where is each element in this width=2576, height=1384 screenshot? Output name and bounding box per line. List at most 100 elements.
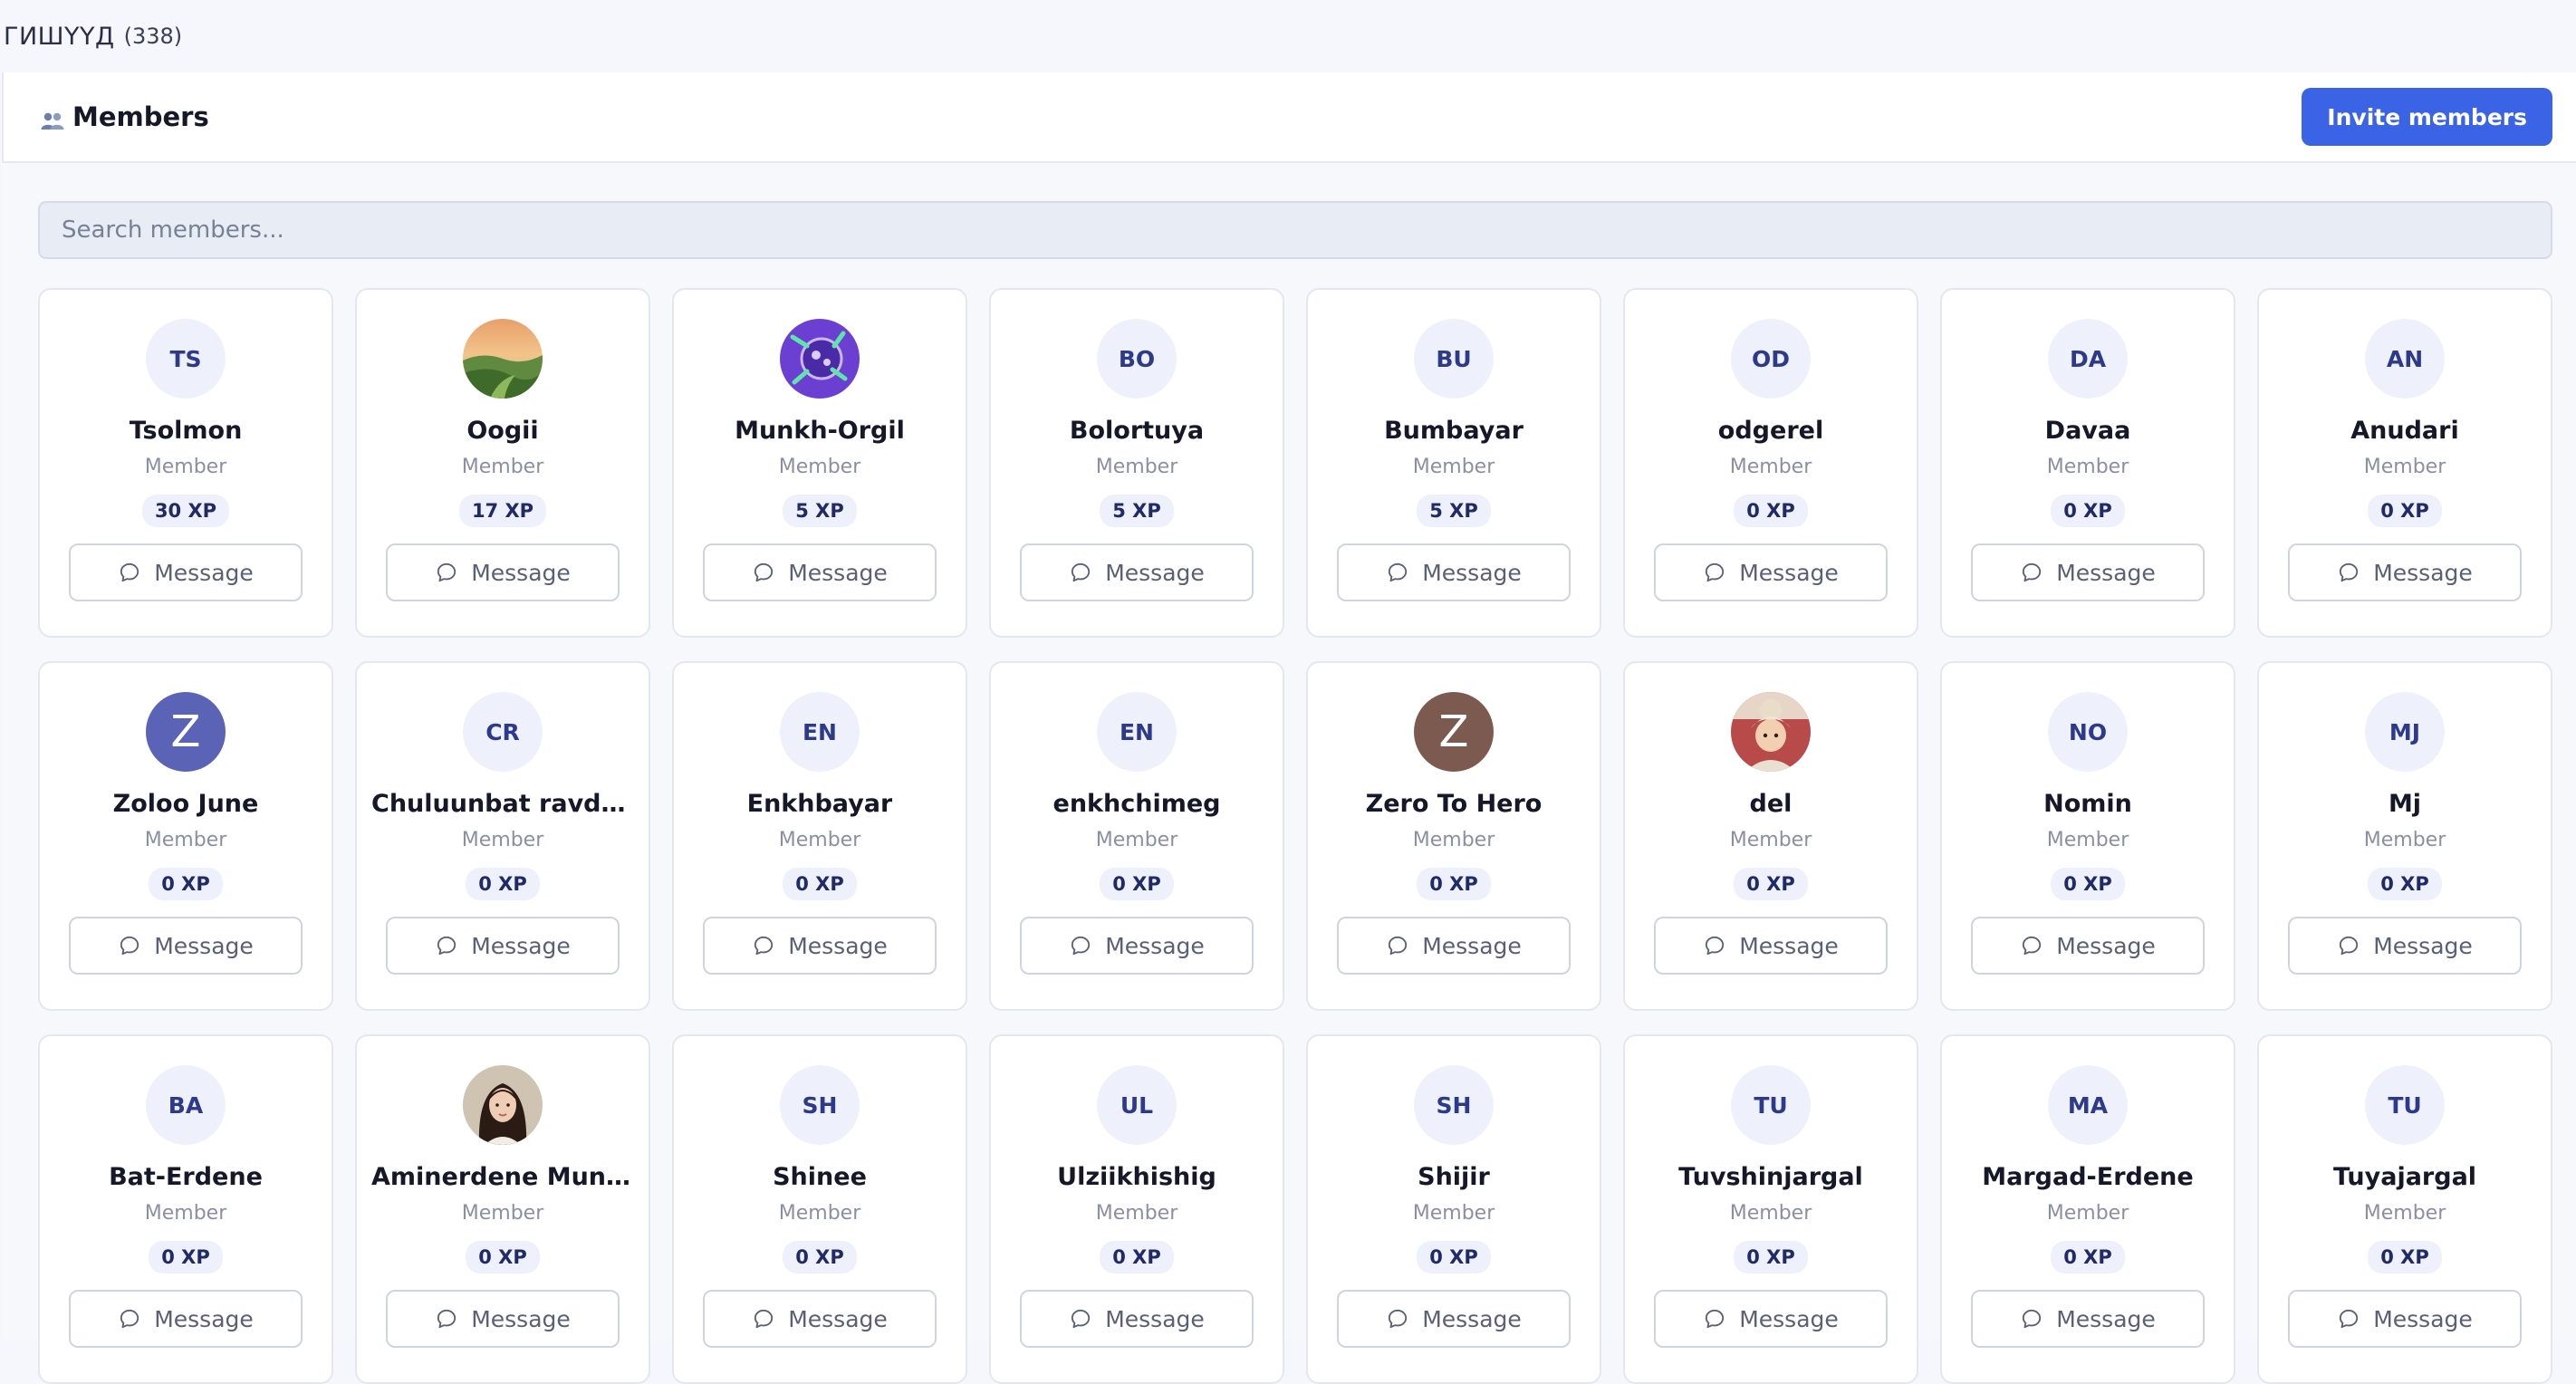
message-button[interactable]: Message (703, 917, 937, 975)
member-card[interactable]: TU Tuvshinjargal Member 0 XP Message (1623, 1034, 1918, 1384)
avatar[interactable]: BO (1097, 319, 1177, 399)
avatar[interactable]: AN (2365, 319, 2445, 399)
member-card[interactable]: BO Bolortuya Member 5 XP Message (989, 288, 1284, 638)
message-button[interactable]: Message (1337, 917, 1571, 975)
avatar[interactable] (780, 319, 860, 399)
member-name[interactable]: enkhchimeg (1053, 790, 1221, 818)
avatar[interactable]: CR (463, 692, 543, 772)
message-button[interactable]: Message (2288, 543, 2522, 601)
avatar[interactable]: EN (780, 692, 860, 772)
message-button[interactable]: Message (1654, 917, 1888, 975)
message-button[interactable]: Message (1020, 1290, 1254, 1348)
message-button[interactable]: Message (1654, 1290, 1888, 1348)
avatar[interactable]: BU (1414, 319, 1494, 399)
member-name[interactable]: Margad-Erdene (1982, 1163, 2193, 1191)
member-name[interactable]: Zoloo June (113, 790, 259, 818)
member-card[interactable]: EN enkhchimeg Member 0 XP Message (989, 661, 1284, 1011)
message-button[interactable]: Message (1020, 543, 1254, 601)
member-card[interactable]: AN Anudari Member 0 XP Message (2257, 288, 2552, 638)
avatar[interactable]: MJ (2365, 692, 2445, 772)
member-card[interactable]: NO Nomin Member 0 XP Message (1940, 661, 2235, 1011)
message-button[interactable]: Message (2288, 917, 2522, 975)
member-card[interactable]: SH Shinee Member 0 XP Message (672, 1034, 967, 1384)
message-button[interactable]: Message (386, 1290, 620, 1348)
message-button[interactable]: Message (386, 917, 620, 975)
member-name[interactable]: odgerel (1718, 417, 1823, 445)
member-name[interactable]: Shinee (773, 1163, 867, 1191)
member-role: Member (461, 456, 544, 478)
member-name[interactable]: Davaa (2045, 417, 2131, 445)
avatar[interactable]: SH (1414, 1065, 1494, 1145)
member-name[interactable]: Zero To Hero (1366, 790, 1543, 818)
member-name[interactable]: Tuyajargal (2333, 1163, 2476, 1191)
member-name[interactable]: Mj (2389, 790, 2421, 818)
message-button[interactable]: Message (1971, 917, 2205, 975)
member-name[interactable]: Tsolmon (130, 417, 243, 445)
member-card[interactable]: del Member 0 XP Message (1623, 661, 1918, 1011)
member-name[interactable]: Chuluunbat ravdan (371, 790, 634, 818)
member-name[interactable]: Ulziikhishig (1057, 1163, 1216, 1191)
member-name[interactable]: Anudari (2350, 417, 2458, 445)
message-button[interactable]: Message (69, 917, 303, 975)
message-button[interactable]: Message (703, 1290, 937, 1348)
avatar[interactable] (463, 1065, 543, 1145)
message-button[interactable]: Message (1971, 1290, 2205, 1348)
message-button[interactable]: Message (703, 543, 937, 601)
member-name[interactable]: Aminerdene Munkhbaatar (371, 1163, 634, 1191)
avatar[interactable]: TS (146, 319, 226, 399)
member-name[interactable]: Bat-Erdene (109, 1163, 263, 1191)
member-card[interactable]: CR Chuluunbat ravdan Member 0 XP Message (355, 661, 650, 1011)
avatar[interactable]: BA (146, 1065, 226, 1145)
message-button[interactable]: Message (1337, 1290, 1571, 1348)
member-name[interactable]: Nomin (2043, 790, 2132, 818)
member-card[interactable]: OD odgerel Member 0 XP Message (1623, 288, 1918, 638)
member-name[interactable]: Munkh-Orgil (735, 417, 905, 445)
message-button[interactable]: Message (386, 543, 620, 601)
member-card[interactable]: DA Davaa Member 0 XP Message (1940, 288, 2235, 638)
member-name[interactable]: Bolortuya (1070, 417, 1204, 445)
member-name[interactable]: Shijir (1418, 1163, 1490, 1191)
avatar[interactable]: TU (1731, 1065, 1811, 1145)
message-button[interactable]: Message (69, 1290, 303, 1348)
message-button[interactable]: Message (1020, 917, 1254, 975)
avatar[interactable]: Z (146, 692, 226, 772)
avatar[interactable]: NO (2048, 692, 2128, 772)
avatar[interactable]: MA (2048, 1065, 2128, 1145)
member-card[interactable]: Munkh-Orgil Member 5 XP Message (672, 288, 967, 638)
avatar[interactable]: TU (2365, 1065, 2445, 1145)
member-card[interactable]: Z Zoloo June Member 0 XP Message (38, 661, 333, 1011)
member-name[interactable]: Tuvshinjargal (1678, 1163, 1863, 1191)
chat-bubble-icon (2337, 934, 2360, 957)
member-card[interactable]: TU Tuyajargal Member 0 XP Message (2257, 1034, 2552, 1384)
member-card[interactable]: TS Tsolmon Member 30 XP Message (38, 288, 333, 638)
avatar[interactable] (463, 319, 543, 399)
member-name[interactable]: Enkhbayar (747, 790, 893, 818)
member-card[interactable]: Oogii Member 17 XP Message (355, 288, 650, 638)
message-button[interactable]: Message (69, 543, 303, 601)
member-card[interactable]: BU Bumbayar Member 5 XP Message (1306, 288, 1601, 638)
member-card[interactable]: Aminerdene Munkhbaatar Member 0 XP Message (355, 1034, 650, 1384)
message-button[interactable]: Message (1971, 543, 2205, 601)
member-card[interactable]: UL Ulziikhishig Member 0 XP Message (989, 1034, 1284, 1384)
avatar[interactable]: Z (1414, 692, 1494, 772)
member-name[interactable]: Bumbayar (1384, 417, 1523, 445)
avatar[interactable]: SH (780, 1065, 860, 1145)
avatar[interactable] (1731, 692, 1811, 772)
invite-members-button[interactable]: Invite members (2302, 88, 2552, 146)
message-button[interactable]: Message (1337, 543, 1571, 601)
message-button[interactable]: Message (2288, 1290, 2522, 1348)
member-card[interactable]: MJ Mj Member 0 XP Message (2257, 661, 2552, 1011)
avatar[interactable]: DA (2048, 319, 2128, 399)
member-name[interactable]: del (1750, 790, 1793, 818)
message-button[interactable]: Message (1654, 543, 1888, 601)
avatar[interactable]: EN (1097, 692, 1177, 772)
avatar[interactable]: OD (1731, 319, 1811, 399)
member-card[interactable]: MA Margad-Erdene Member 0 XP Message (1940, 1034, 2235, 1384)
member-card[interactable]: SH Shijir Member 0 XP Message (1306, 1034, 1601, 1384)
member-card[interactable]: EN Enkhbayar Member 0 XP Message (672, 661, 967, 1011)
member-card[interactable]: BA Bat-Erdene Member 0 XP Message (38, 1034, 333, 1384)
search-members-input[interactable] (38, 201, 2552, 259)
avatar[interactable]: UL (1097, 1065, 1177, 1145)
member-card[interactable]: Z Zero To Hero Member 0 XP Message (1306, 661, 1601, 1011)
member-name[interactable]: Oogii (466, 417, 538, 445)
